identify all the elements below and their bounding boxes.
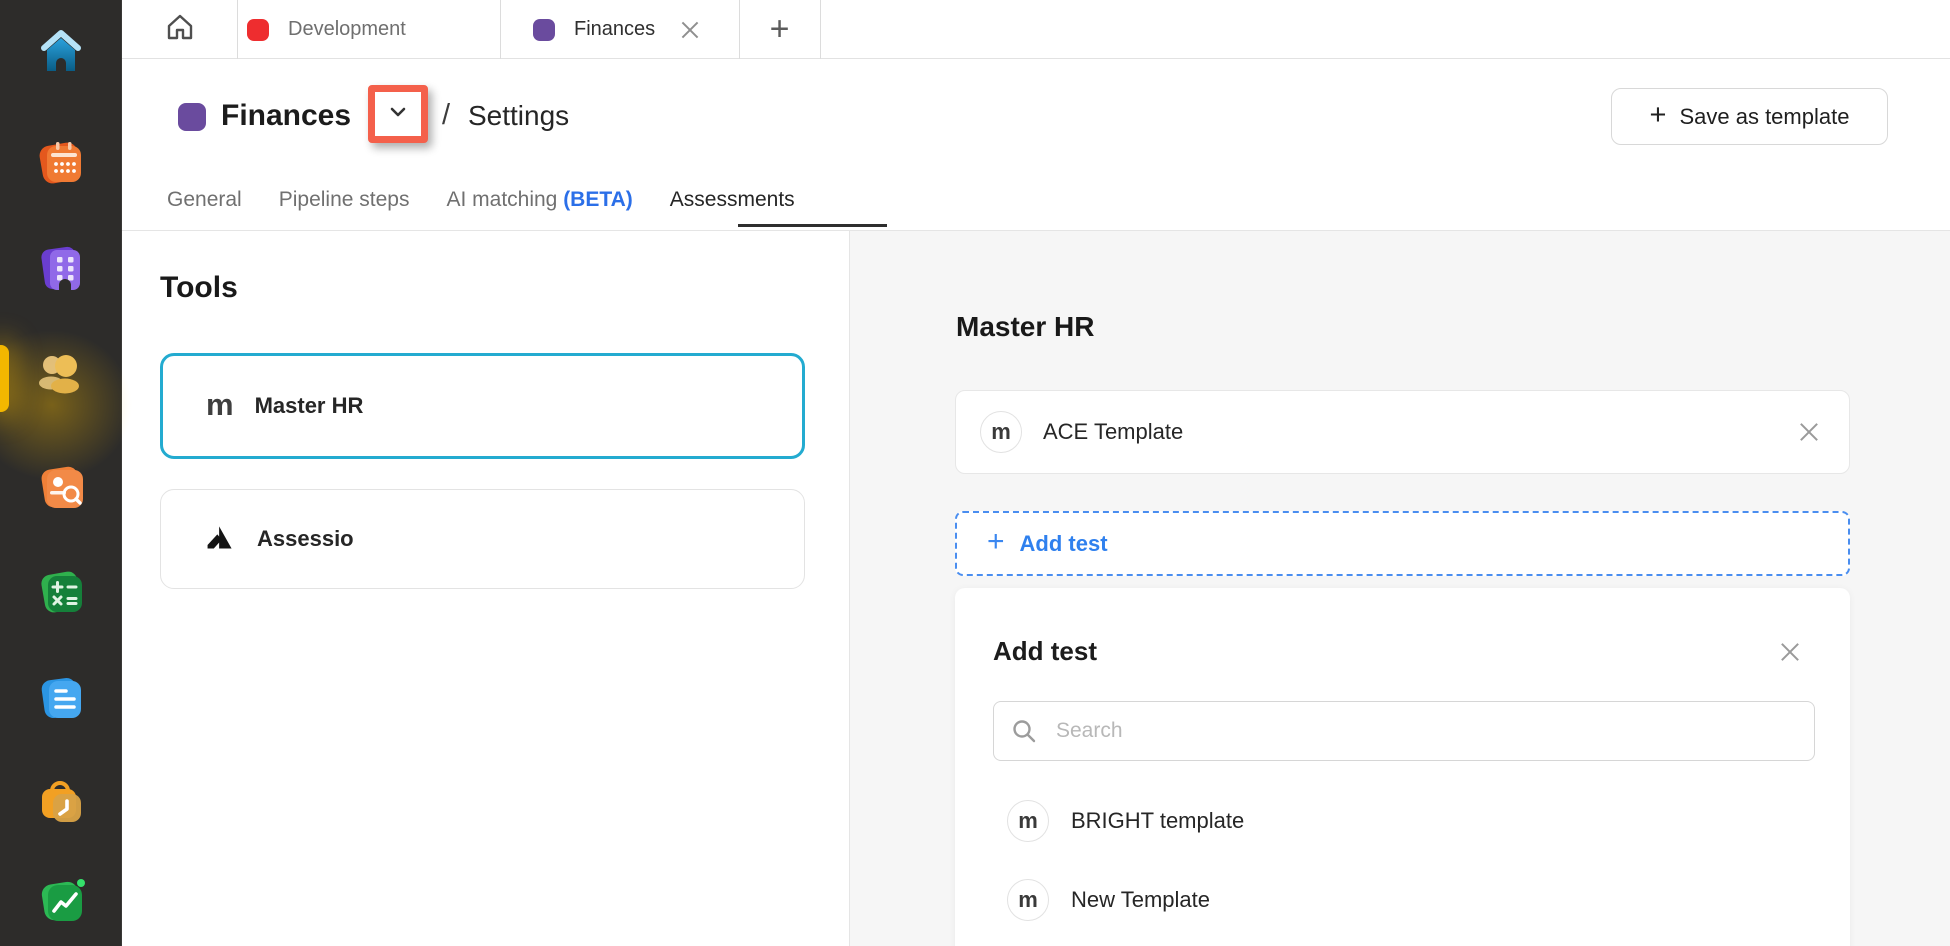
test-badge: m bbox=[1007, 879, 1049, 921]
add-test-popover: Add test m BRIGHT template m New Templat… bbox=[955, 588, 1850, 946]
tab-assessments[interactable]: Assessments bbox=[670, 188, 795, 212]
browser-tab-bar: Development Finances + bbox=[122, 0, 1950, 59]
breadcrumb-section: Settings bbox=[468, 100, 569, 132]
tab-general[interactable]: General bbox=[167, 188, 242, 212]
tool-label: Master HR bbox=[255, 393, 364, 419]
tool-card-assessio[interactable]: Assessio bbox=[160, 489, 805, 589]
sidebar-item-calculator[interactable] bbox=[0, 567, 122, 623]
assessments-detail-panel: Master HR m ACE Template + Add test Add … bbox=[850, 231, 1950, 946]
popover-title: Add test bbox=[993, 636, 1097, 667]
breadcrumb-separator: / bbox=[442, 99, 450, 132]
sidebar-item-candidates[interactable] bbox=[0, 349, 122, 405]
active-tab-underline bbox=[738, 224, 887, 227]
close-icon bbox=[677, 17, 703, 43]
search-input[interactable] bbox=[993, 701, 1815, 761]
tab-development[interactable]: Development bbox=[237, 0, 500, 59]
person-search-icon bbox=[35, 462, 87, 519]
tab-label: Development bbox=[288, 18, 406, 41]
sidebar-item-documents[interactable] bbox=[0, 672, 122, 728]
tools-title: Tools bbox=[160, 271, 238, 305]
new-tab-button[interactable]: + bbox=[739, 0, 820, 59]
beta-badge: (BETA) bbox=[557, 188, 632, 211]
test-result-row[interactable]: m BRIGHT template bbox=[1007, 794, 1797, 848]
chevron-down-icon bbox=[384, 98, 412, 126]
sidebar-item-worktime[interactable] bbox=[0, 776, 122, 832]
add-test-label: Add test bbox=[1020, 531, 1108, 557]
add-test-button[interactable]: + Add test bbox=[955, 511, 1850, 576]
master-hr-logo: m bbox=[206, 389, 234, 420]
test-badge: m bbox=[1007, 800, 1049, 842]
tools-panel: Tools m Master HR Assessio bbox=[122, 231, 849, 946]
tab-ai-matching[interactable]: AI matching (BETA) bbox=[446, 188, 632, 212]
settings-subtabs: General Pipeline steps AI matching (BETA… bbox=[167, 188, 795, 212]
sidebar-item-analytics[interactable] bbox=[0, 875, 122, 931]
sidebar-item-company[interactable] bbox=[0, 242, 122, 298]
test-result-label: BRIGHT template bbox=[1071, 808, 1244, 834]
annotation-highlight-box bbox=[368, 85, 428, 143]
app-sidebar bbox=[0, 0, 122, 946]
bag-clock-icon bbox=[35, 776, 87, 833]
workspace-color-square bbox=[178, 103, 206, 131]
close-tab-button[interactable] bbox=[677, 17, 703, 43]
tool-card-master-hr[interactable]: m Master HR bbox=[160, 353, 805, 459]
plus-icon: + bbox=[770, 10, 790, 49]
page-title: Finances bbox=[221, 99, 351, 133]
save-as-template-button[interactable]: + Save as template bbox=[1611, 88, 1888, 145]
tab-label: Finances bbox=[574, 18, 655, 41]
assessio-logo bbox=[204, 521, 236, 558]
detail-title: Master HR bbox=[956, 311, 1094, 343]
home-outline-icon bbox=[164, 12, 196, 47]
building-icon bbox=[35, 242, 87, 299]
test-result-label: New Template bbox=[1071, 887, 1210, 913]
plus-icon: + bbox=[1650, 99, 1667, 132]
plus-icon: + bbox=[987, 525, 1005, 559]
tab-color-dot bbox=[247, 19, 269, 41]
sidebar-item-calendar[interactable] bbox=[0, 136, 122, 192]
calendar-icon bbox=[35, 136, 87, 193]
tab-pipeline-steps[interactable]: Pipeline steps bbox=[279, 188, 410, 212]
calculator-icon bbox=[35, 567, 87, 624]
search-field-wrap bbox=[993, 701, 1815, 761]
test-badge: m bbox=[980, 411, 1022, 453]
home-tab[interactable] bbox=[122, 0, 237, 59]
test-result-row[interactable]: m New Template bbox=[1007, 873, 1797, 927]
selected-test-row: m ACE Template bbox=[955, 390, 1850, 474]
close-popover-button[interactable] bbox=[1776, 638, 1804, 666]
home-icon bbox=[37, 29, 85, 80]
people-icon bbox=[35, 352, 87, 403]
chart-icon bbox=[35, 875, 87, 932]
documents-icon bbox=[35, 672, 87, 729]
tool-label: Assessio bbox=[257, 526, 354, 552]
tab-finances[interactable]: Finances bbox=[500, 0, 739, 59]
close-icon bbox=[1795, 418, 1823, 446]
close-icon bbox=[1776, 638, 1804, 666]
sidebar-item-home[interactable] bbox=[0, 26, 122, 82]
sidebar-item-search-candidates[interactable] bbox=[0, 462, 122, 518]
vacancy-dropdown-button[interactable] bbox=[384, 98, 412, 131]
selected-test-label: ACE Template bbox=[1043, 419, 1795, 445]
save-as-template-label: Save as template bbox=[1679, 104, 1849, 130]
tab-separator bbox=[820, 0, 821, 59]
remove-test-button[interactable] bbox=[1795, 418, 1823, 446]
tab-color-dot bbox=[533, 19, 555, 41]
notification-dot bbox=[77, 879, 85, 887]
